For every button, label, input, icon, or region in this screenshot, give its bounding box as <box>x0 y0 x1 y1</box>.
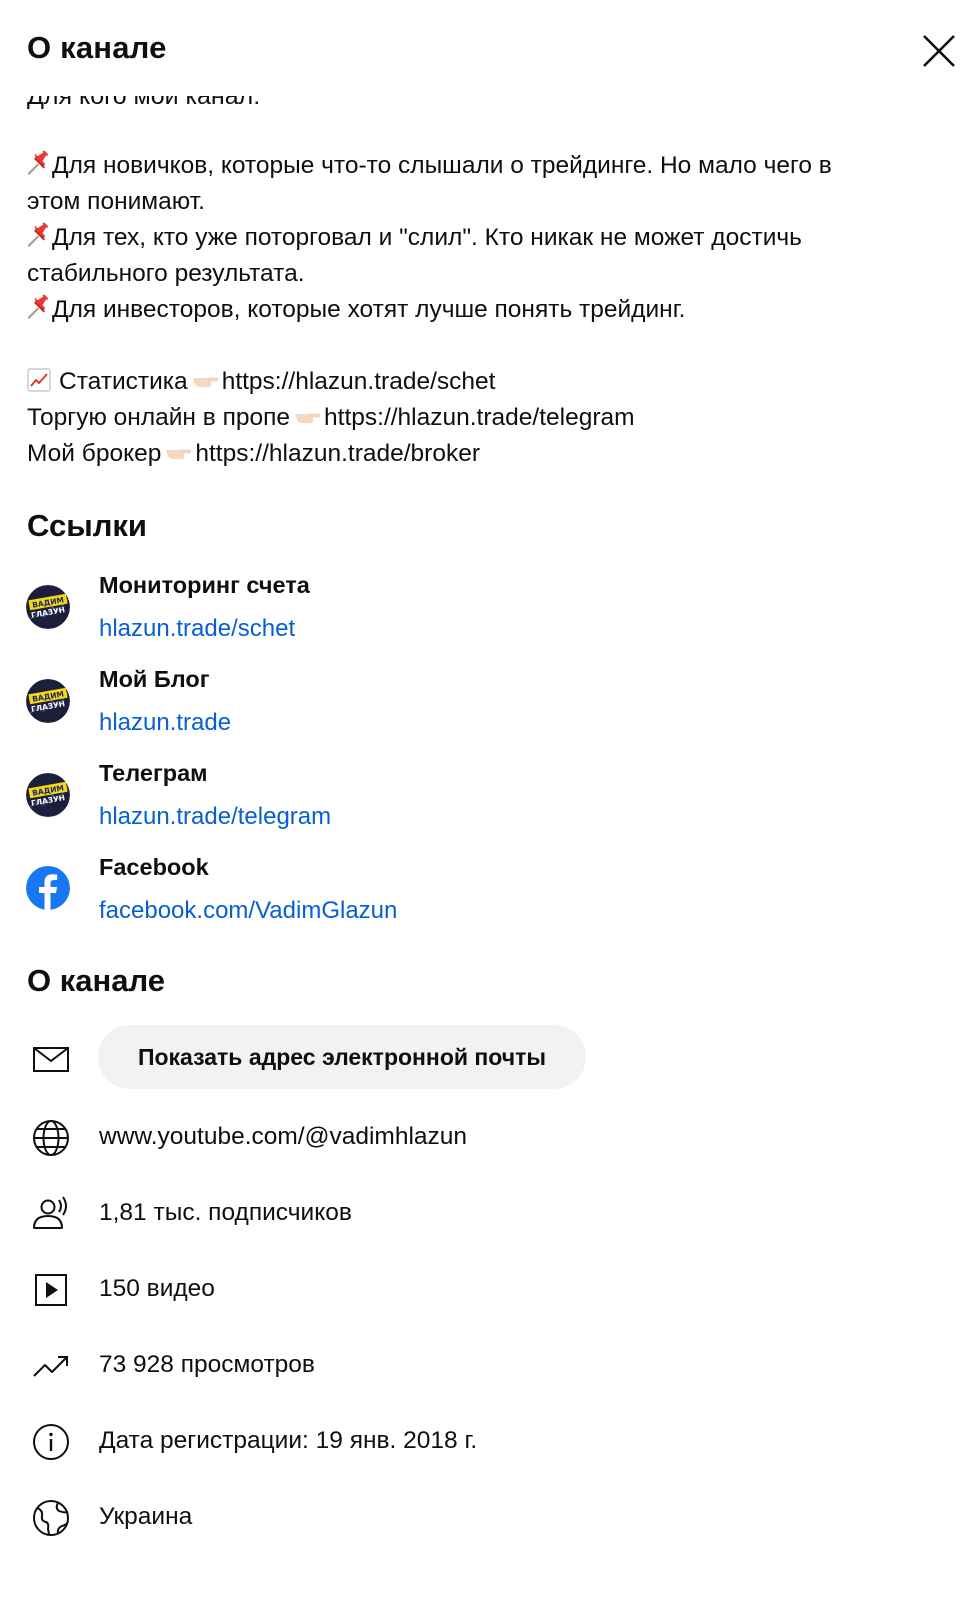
link-url[interactable]: facebook.com/VadimGlazun <box>99 897 397 925</box>
mail-icon <box>33 1047 69 1072</box>
views-count: 73 928 просмотров <box>99 1351 315 1378</box>
channel-url-row: www.youtube.com/@vadimhlazun <box>0 1108 978 1168</box>
dialog-title: О канале <box>27 30 167 65</box>
views-row: 73 928 просмотров <box>0 1336 978 1396</box>
bullet-text: Для инвесторов, которые хотят лучше поня… <box>52 296 686 323</box>
link-item-telegram[interactable]: ВАДИМ ГЛАЗУН Телеграм hlazun.trade/teleg… <box>0 758 978 848</box>
link-title: Телеграм <box>99 760 208 786</box>
description-line: Торгую онлайн в пропе https://hlazun.tra… <box>27 400 927 436</box>
description-link[interactable]: https://hlazun.trade/broker <box>195 440 480 467</box>
about-section-title: О канале <box>27 963 165 998</box>
chart-increasing-icon <box>27 368 51 392</box>
globe-icon <box>33 1120 69 1156</box>
globe-location-icon <box>33 1500 69 1536</box>
link-title: Facebook <box>99 854 209 880</box>
facebook-icon <box>26 866 70 910</box>
country-row: Украина <box>0 1488 978 1548</box>
subscribers-row: 1,81 тыс. подписчиков <box>0 1184 978 1244</box>
videos-count: 150 видео <box>99 1275 215 1302</box>
description-line: Для тех, кто уже поторговал и "слил". Кт… <box>27 220 927 256</box>
channel-url[interactable]: www.youtube.com/@vadimhlazun <box>99 1123 467 1151</box>
stats-label: Статистика <box>59 368 188 395</box>
channel-avatar: ВАДИМ ГЛАЗУН <box>26 585 70 629</box>
videos-row: 150 видео <box>0 1260 978 1320</box>
country: Украина <box>99 1503 193 1530</box>
link-url[interactable]: hlazun.trade <box>99 709 231 737</box>
dialog-header: О канале <box>0 0 978 96</box>
link-url[interactable]: hlazun.trade/schet <box>99 615 295 643</box>
description-line: Для инвесторов, которые хотят лучше поня… <box>27 292 927 328</box>
link-item-blog[interactable]: ВАДИМ ГЛАЗУН Мой Блог hlazun.trade <box>0 664 978 754</box>
show-email-button[interactable]: Показать адрес электронной почты <box>98 1025 586 1089</box>
description-line: Мой брокер https://hlazun.trade/broker <box>27 436 927 472</box>
pointing-hand-icon <box>166 449 192 459</box>
subscribers-count: 1,81 тыс. подписчиков <box>99 1199 352 1226</box>
pushpin-icon <box>27 222 49 247</box>
pointing-hand-icon <box>295 413 320 423</box>
bullet-text: Для тех, кто уже поторговал и "слил". Кт… <box>52 224 802 251</box>
video-icon <box>35 1274 67 1306</box>
pushpin-icon <box>27 150 49 175</box>
joined-date: Дата регистрации: 19 янв. 2018 г. <box>99 1427 478 1454</box>
description-line: этом понимают. <box>27 188 205 215</box>
pointing-hand-icon <box>192 377 218 387</box>
link-title: Мониторинг счета <box>99 572 310 598</box>
joined-row: Дата регистрации: 19 янв. 2018 г. <box>0 1412 978 1472</box>
pushpin-icon <box>27 294 49 319</box>
description-line: Для новичков, которые что-то слышали о т… <box>27 148 927 184</box>
description-link[interactable]: https://hlazun.trade/schet <box>222 368 496 395</box>
description-line: Статистика https://hlazun.trade/schet <box>27 364 927 400</box>
channel-avatar: ВАДИМ ГЛАЗУН <box>26 773 70 817</box>
link-url[interactable]: hlazun.trade/telegram <box>99 803 331 831</box>
channel-avatar: ВАДИМ ГЛАЗУН <box>26 679 70 723</box>
close-button[interactable] <box>914 26 964 76</box>
description-link[interactable]: https://hlazun.trade/telegram <box>324 404 635 431</box>
link-title: Мой Блог <box>99 666 210 692</box>
prop-label: Торгую онлайн в пропе <box>27 404 291 431</box>
channel-description: Для новичков, которые что-то слышали о т… <box>27 148 927 472</box>
close-icon <box>923 35 955 67</box>
subscribers-icon <box>33 1196 67 1229</box>
link-item-monitoring[interactable]: ВАДИМ ГЛАЗУН Мониторинг счета hlazun.tra… <box>0 570 978 660</box>
description-line: стабильного результата. <box>27 260 305 287</box>
info-icon <box>33 1424 69 1460</box>
link-item-facebook[interactable]: Facebook facebook.com/VadimGlazun <box>0 852 978 942</box>
trending-up-icon <box>33 1356 68 1377</box>
broker-label: Мой брокер <box>27 440 162 467</box>
links-section-title: Ссылки <box>27 508 147 543</box>
bullet-text: Для новичков, которые что-то слышали о т… <box>52 152 832 179</box>
